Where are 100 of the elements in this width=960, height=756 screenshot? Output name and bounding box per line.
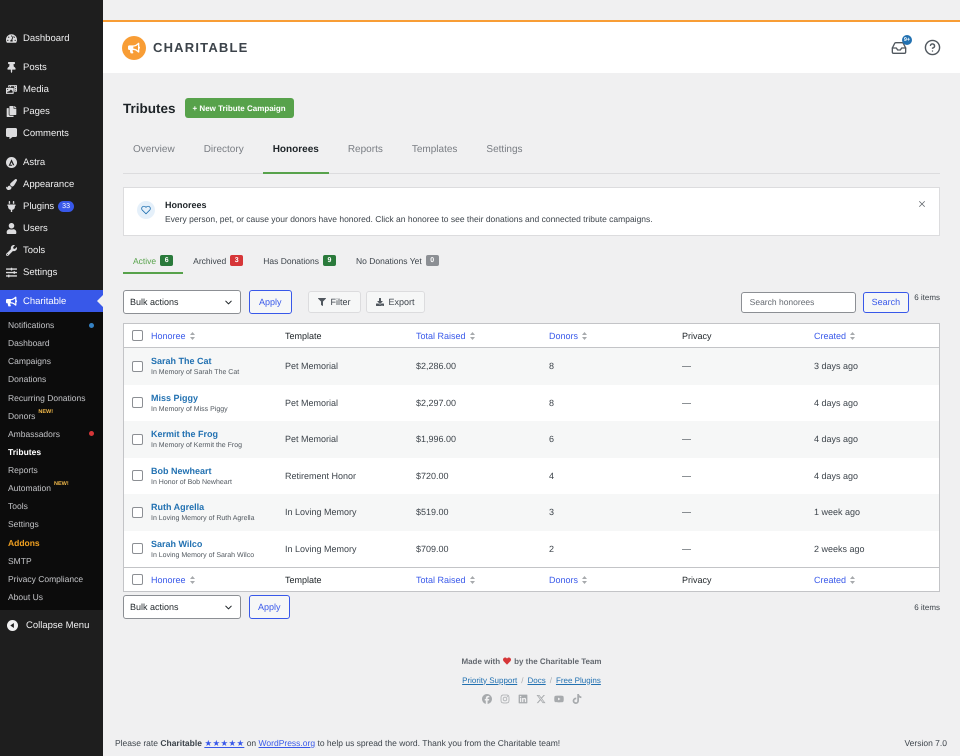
submenu-item[interactable]: SMTP: [0, 552, 103, 570]
checkbox[interactable]: [132, 506, 143, 518]
apply-button[interactable]: Apply: [249, 595, 290, 619]
checkbox[interactable]: [132, 574, 143, 585]
submenu-item[interactable]: Tools: [0, 497, 103, 516]
column-sort-link[interactable]: Donors: [549, 330, 588, 340]
submenu-item[interactable]: Donations: [0, 370, 103, 388]
footer-link[interactable]: Free Plugins: [556, 676, 601, 684]
table-cell: 4 days ago: [814, 398, 858, 408]
nav-tab[interactable]: Templates: [402, 139, 468, 174]
table-cell: 2 weeks ago: [814, 544, 865, 554]
instagram-icon[interactable]: [500, 694, 510, 704]
column-sort-link[interactable]: Honoree: [151, 330, 195, 340]
submenu-item[interactable]: Dashboard: [0, 334, 103, 352]
heart-icon: [503, 657, 512, 665]
name-link[interactable]: Sarah Wilco: [151, 538, 202, 549]
submenu-item[interactable]: Reports: [0, 461, 103, 480]
search-field[interactable]: Search honorees: [740, 292, 856, 312]
column-header: Template: [285, 574, 322, 584]
sort-icon: [850, 576, 856, 584]
checkbox[interactable]: [132, 330, 143, 341]
name-link[interactable]: Sarah The Cat: [151, 356, 212, 366]
sidebar-item[interactable]: Charitable: [0, 290, 103, 312]
submenu-item[interactable]: Campaigns: [0, 352, 103, 370]
rating-stars-link[interactable]: ★★★★★: [204, 738, 244, 748]
sidebar-item[interactable]: Comments: [0, 122, 103, 144]
search-button[interactable]: Search: [862, 292, 910, 312]
table-cell: 4 days ago: [814, 470, 858, 481]
nav-tab[interactable]: Directory: [194, 139, 254, 174]
sidebar-item[interactable]: Astra: [0, 151, 103, 173]
nav-tab[interactable]: Reports: [338, 139, 393, 174]
footer-link[interactable]: Priority Support: [462, 676, 518, 684]
sidebar-item[interactable]: Pages: [0, 100, 103, 122]
sidebar-item[interactable]: Settings: [0, 261, 103, 283]
name-link[interactable]: Ruth Agrella: [151, 502, 204, 512]
submenu-item[interactable]: Notifications: [0, 316, 103, 334]
column-header: Privacy: [682, 330, 712, 340]
submenu-item[interactable]: Addons: [0, 534, 103, 552]
export-button[interactable]: Export: [366, 291, 425, 313]
close-icon[interactable]: [917, 199, 927, 209]
youtube-icon[interactable]: [554, 694, 564, 704]
filter-button[interactable]: Filter: [308, 291, 361, 313]
download-icon: [376, 298, 384, 306]
apply-button[interactable]: Apply: [249, 290, 292, 314]
name-link[interactable]: Miss Piggy: [151, 392, 198, 403]
checkbox[interactable]: [132, 543, 143, 554]
x-icon[interactable]: [536, 694, 546, 704]
nav-tab[interactable]: Settings: [476, 139, 533, 174]
checkbox[interactable]: [132, 470, 143, 482]
sliders-icon: [6, 266, 17, 278]
wordpress-link[interactable]: WordPress.org: [258, 738, 316, 748]
tiktok-icon[interactable]: [572, 694, 582, 704]
column-sort-link[interactable]: Donors: [549, 574, 588, 584]
sidebar-item[interactable]: Dashboard: [0, 27, 103, 49]
column-sort-link[interactable]: Created: [814, 574, 856, 584]
table-cell: —: [682, 361, 691, 372]
column-sort-link[interactable]: Honoree: [151, 574, 195, 584]
table-cell: In Loving Memory: [285, 507, 357, 518]
nav-tab[interactable]: Overview: [123, 139, 185, 174]
megaphone-logo-icon: [122, 36, 146, 60]
table-cell: Pet Memorial: [285, 361, 338, 372]
column-sort-link[interactable]: Total Raised: [416, 574, 475, 584]
checkbox[interactable]: [132, 434, 143, 445]
table-cell: 3 days ago: [814, 361, 858, 372]
sidebar-item[interactable]: Media: [0, 78, 103, 100]
collapse-menu-button[interactable]: Collapse Menu: [0, 613, 103, 637]
table-cell: In Loving Memory: [285, 544, 357, 554]
table-cell: 8: [549, 361, 554, 372]
table-cell: 8: [549, 398, 554, 408]
bulk-actions-select[interactable]: Bulk actions: [123, 290, 241, 314]
table-cell: —: [682, 434, 691, 444]
nav-tab[interactable]: Honorees: [262, 139, 329, 174]
facebook-icon[interactable]: [482, 694, 492, 704]
checkbox[interactable]: [132, 397, 143, 408]
sort-icon: [582, 332, 588, 340]
checkbox[interactable]: [132, 360, 143, 372]
table-cell: 4 days ago: [814, 434, 858, 444]
sidebar-item[interactable]: Tools: [0, 239, 103, 261]
sidebar-item[interactable]: Posts: [0, 56, 103, 78]
sidebar-item[interactable]: Users: [0, 217, 103, 239]
table-cell: —: [682, 398, 691, 408]
copy-icon: [6, 106, 17, 116]
column-sort-link[interactable]: Total Raised: [416, 330, 475, 340]
name-link[interactable]: Bob Newheart: [151, 466, 212, 476]
table-cell: 6: [549, 434, 554, 444]
submenu-item[interactable]: Recurring Donations: [0, 388, 103, 407]
submenu-item[interactable]: Settings: [0, 515, 103, 534]
table-cell: $1,996.00: [416, 434, 456, 444]
submenu-item[interactable]: Privacy Compliance: [0, 570, 103, 588]
bulk-actions-select[interactable]: Bulk actions: [123, 595, 241, 619]
item-count: 6 items: [914, 602, 940, 612]
column-sort-link[interactable]: Created: [814, 330, 856, 340]
filter-icon: [318, 298, 326, 306]
linkedin-icon[interactable]: [518, 694, 528, 704]
sidebar-item[interactable]: Appearance: [0, 173, 103, 195]
name-link[interactable]: Kermit the Frog: [151, 429, 218, 440]
help-button[interactable]: [924, 39, 941, 56]
submenu-item[interactable]: Ambassadors: [0, 424, 103, 443]
submenu-item[interactable]: About Us: [0, 588, 103, 606]
footer-link[interactable]: Docs: [527, 676, 546, 684]
